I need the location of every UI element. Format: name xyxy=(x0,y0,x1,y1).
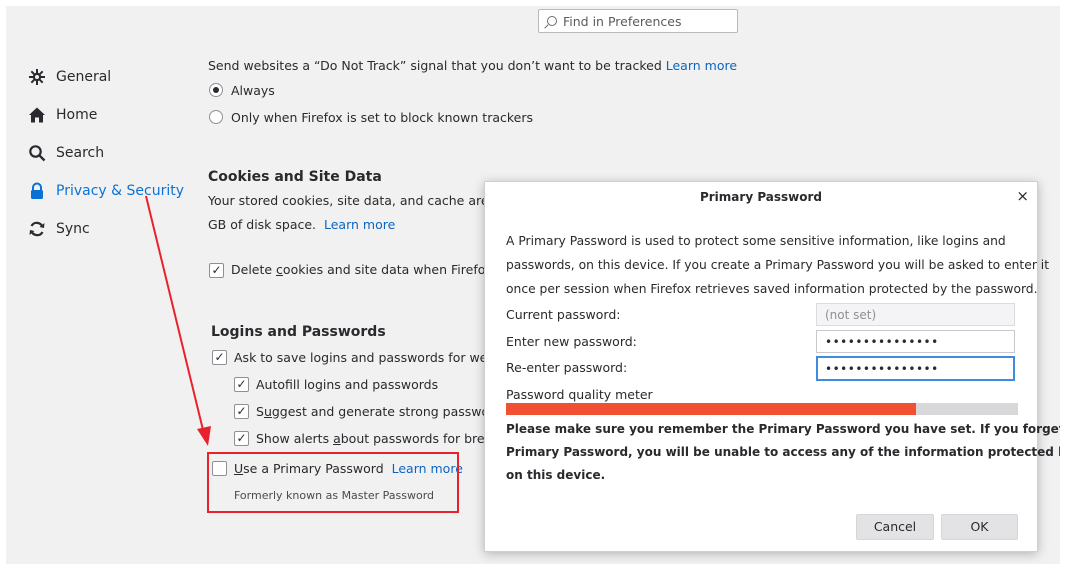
new-password-value: ••••••••••••••• xyxy=(825,334,939,349)
dialog-warning-line3: on this device. xyxy=(506,468,606,482)
ok-button[interactable]: OK xyxy=(941,514,1018,540)
accesskey: u xyxy=(263,404,272,419)
sidebar-item-label: Home xyxy=(56,107,98,123)
label-part: Show alerts xyxy=(256,431,334,446)
password-quality-meter xyxy=(506,403,1018,415)
dialog-description-line1: A Primary Password is used to protect so… xyxy=(506,234,1006,248)
dnt-known-trackers-label: Only when Firefox is set to block known … xyxy=(231,110,534,125)
sidebar-item-general[interactable]: General xyxy=(26,58,196,96)
ask-save-logins-label: Ask to save logins and passwords for web… xyxy=(234,350,506,365)
search-placeholder: Find in Preferences xyxy=(563,13,682,29)
autofill-label: Autofill logins and passwords xyxy=(256,377,438,392)
label-part: S xyxy=(256,404,264,419)
dialog-description-line3: once per session when Firefox retrieves … xyxy=(506,282,1038,296)
suggest-passwords-checkbox[interactable]: ✓ xyxy=(234,404,249,419)
sidebar-item-sync[interactable]: Sync xyxy=(26,210,196,248)
cookies-learn-more-link[interactable]: Learn more xyxy=(324,217,395,232)
preferences-page: Find in Preferences General Home Search xyxy=(6,6,1060,564)
new-password-field[interactable]: ••••••••••••••• xyxy=(816,330,1015,353)
ask-save-logins-checkbox[interactable]: ✓ xyxy=(212,350,227,365)
find-in-preferences-input[interactable]: Find in Preferences xyxy=(538,9,738,33)
label-part: ookies and site data when Firefox i xyxy=(282,262,500,277)
label-part: Delete xyxy=(231,262,277,277)
cookies-disk-space-text: GB of disk space. xyxy=(208,217,317,232)
dnt-always-label: Always xyxy=(231,83,275,98)
delete-cookies-label: Delete cookies and site data when Firefo… xyxy=(231,262,500,277)
cookies-line1: Your stored cookies, site data, and cach… xyxy=(208,193,508,208)
cookies-heading: Cookies and Site Data xyxy=(208,169,382,185)
breach-alerts-checkbox[interactable]: ✓ xyxy=(234,431,249,446)
label-part: Autof xyxy=(256,377,293,392)
current-password-label: Current password: xyxy=(506,307,621,322)
password-quality-label: Password quality meter xyxy=(506,387,653,402)
dialog-warning-line2: Primary Password, you will be unable to … xyxy=(506,445,1060,459)
cancel-button[interactable]: Cancel xyxy=(856,514,934,540)
search-icon xyxy=(547,16,557,26)
delete-cookies-checkbox[interactable]: ✓ xyxy=(209,263,224,278)
dialog-warning-line1: Please make sure you remember the Primar… xyxy=(506,422,1060,436)
primary-password-dialog: Primary Password × A Primary Password is… xyxy=(484,181,1060,552)
logins-heading: Logins and Passwords xyxy=(211,324,386,340)
home-icon xyxy=(26,104,48,126)
reenter-password-field[interactable]: ••••••••••••••• xyxy=(816,356,1015,381)
sidebar-item-label: Sync xyxy=(56,221,90,237)
gear-icon xyxy=(26,66,48,88)
dialog-description-line2: passwords, on this device. If you create… xyxy=(506,258,1050,272)
new-password-label: Enter new password: xyxy=(506,334,637,349)
autofill-checkbox[interactable]: ✓ xyxy=(234,377,249,392)
reenter-password-value: ••••••••••••••• xyxy=(825,361,939,376)
sidebar-item-label: Privacy & Security xyxy=(56,183,184,199)
suggest-passwords-label: Suggest and generate strong password xyxy=(256,404,502,419)
reenter-password-label: Re-enter password: xyxy=(506,360,628,375)
dnt-known-trackers-radio[interactable] xyxy=(209,110,223,124)
sidebar-item-label: Search xyxy=(56,145,105,161)
dnt-text: Send websites a “Do Not Track” signal th… xyxy=(208,58,662,73)
label-part: bout passwords for breac xyxy=(340,431,500,446)
sidebar-item-home[interactable]: Home xyxy=(26,96,196,134)
lock-icon xyxy=(26,180,48,202)
sidebar-item-privacy-security[interactable]: Privacy & Security xyxy=(26,172,196,210)
current-password-value: (not set) xyxy=(825,307,877,322)
dnt-learn-more-link[interactable]: Learn more xyxy=(666,58,737,73)
dialog-title: Primary Password xyxy=(699,190,823,204)
close-icon[interactable]: × xyxy=(1016,188,1029,204)
sidebar: General Home Search Privacy & Security S… xyxy=(26,58,196,248)
label-part: ll logins and passwords xyxy=(292,377,439,392)
current-password-field: (not set) xyxy=(816,303,1015,326)
accesskey: c xyxy=(276,262,283,277)
label-part: ggest and generate strong password xyxy=(271,404,503,419)
breach-alerts-label: Show alerts about passwords for breac xyxy=(256,431,499,446)
sync-icon xyxy=(26,218,48,240)
cookies-line2: GB of disk space. Learn more xyxy=(208,217,395,232)
search-icon xyxy=(26,142,48,164)
annotation-highlight-box xyxy=(207,452,459,513)
accesskey: a xyxy=(333,431,341,446)
password-quality-fill xyxy=(506,403,916,415)
dnt-always-radio[interactable] xyxy=(209,83,223,97)
dnt-description: Send websites a “Do Not Track” signal th… xyxy=(208,58,737,73)
sidebar-item-search[interactable]: Search xyxy=(26,134,196,172)
sidebar-item-label: General xyxy=(56,69,112,85)
